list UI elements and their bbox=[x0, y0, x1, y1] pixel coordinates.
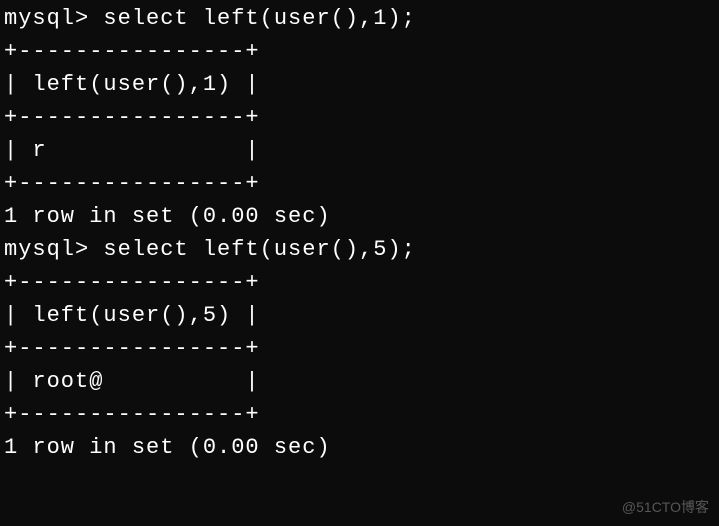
table-border: +----------------+ bbox=[4, 332, 715, 365]
watermark: @51CTO博客 bbox=[622, 497, 709, 518]
table-header: | left(user(),5) | bbox=[4, 299, 715, 332]
table-border: +----------------+ bbox=[4, 167, 715, 200]
result-summary: 1 row in set (0.00 sec) bbox=[4, 431, 715, 464]
terminal-line: mysql> select left(user(),5); bbox=[4, 233, 715, 266]
table-row: | root@ | bbox=[4, 365, 715, 398]
terminal-line: mysql> select left(user(),1); bbox=[4, 2, 715, 35]
terminal-output: mysql> select left(user(),1); +---------… bbox=[4, 2, 715, 464]
table-border: +----------------+ bbox=[4, 101, 715, 134]
table-border: +----------------+ bbox=[4, 266, 715, 299]
table-header: | left(user(),1) | bbox=[4, 68, 715, 101]
result-summary: 1 row in set (0.00 sec) bbox=[4, 200, 715, 233]
table-border: +----------------+ bbox=[4, 398, 715, 431]
table-row: | r | bbox=[4, 134, 715, 167]
table-border: +----------------+ bbox=[4, 35, 715, 68]
